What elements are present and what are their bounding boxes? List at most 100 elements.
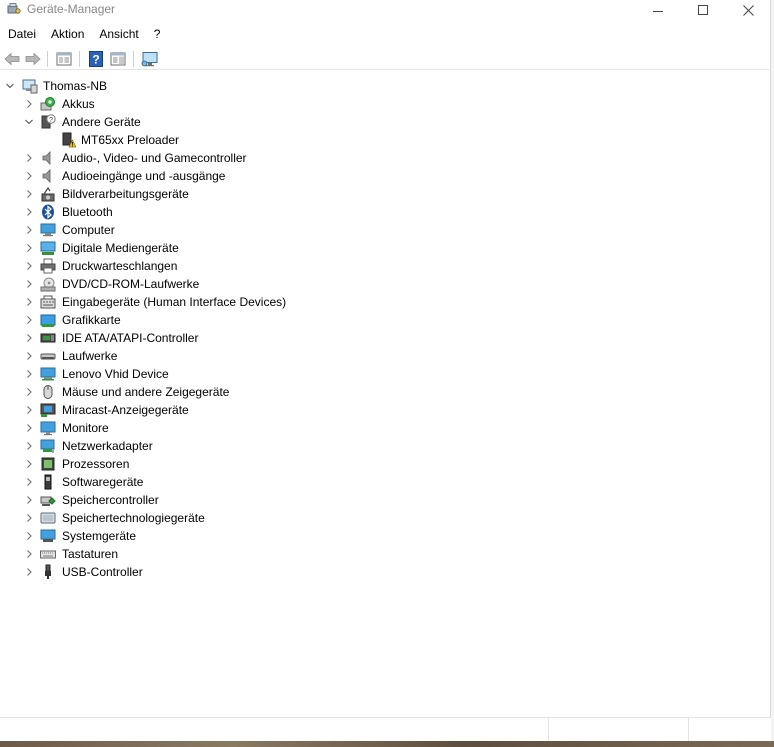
hid-icon <box>40 294 56 310</box>
tree-category-node[interactable]: Monitore <box>0 419 771 437</box>
chevron-right-icon[interactable] <box>24 495 34 505</box>
chevron-right-icon[interactable] <box>24 243 34 253</box>
tree-category-node[interactable]: IDE ATA/ATAPI-Controller <box>0 329 771 347</box>
chevron-right-icon[interactable] <box>24 387 34 397</box>
tree-category-node[interactable]: Digitale Mediengeräte <box>0 239 771 257</box>
tree-category-node[interactable]: DVD/CD-ROM-Laufwerke <box>0 275 771 293</box>
tree-node-label: USB-Controller <box>62 565 143 579</box>
chevron-right-icon[interactable] <box>24 99 34 109</box>
chevron-right-icon[interactable] <box>24 405 34 415</box>
tree-node-label: Grafikkarte <box>62 313 121 327</box>
chevron-down-icon[interactable] <box>24 117 34 127</box>
scan-hardware-button[interactable] <box>141 50 159 68</box>
chevron-right-icon[interactable] <box>24 297 34 307</box>
tree-category-node[interactable]: Grafikkarte <box>0 311 771 329</box>
tree-category-node[interactable]: Laufwerke <box>0 347 771 365</box>
status-bar-cell <box>688 718 771 741</box>
chevron-right-icon[interactable] <box>24 189 34 199</box>
maximize-button[interactable] <box>680 0 726 20</box>
tree-root-node[interactable]: Thomas-NB <box>0 77 771 95</box>
chevron-right-icon[interactable] <box>24 549 34 559</box>
maximize-icon <box>698 5 708 15</box>
tree-node-label: Monitore <box>62 421 109 435</box>
computer-root-icon <box>22 78 38 94</box>
properties-panel-button[interactable] <box>55 50 73 68</box>
printer-icon <box>40 258 56 274</box>
minimize-icon <box>653 10 663 12</box>
chevron-right-icon[interactable] <box>24 459 34 469</box>
close-button[interactable] <box>725 0 771 20</box>
chevron-right-icon[interactable] <box>24 567 34 577</box>
tree-node-label: Mäuse und andere Zeigegeräte <box>62 385 230 399</box>
tree-category-node[interactable]: Audio-, Video- und Gamecontroller <box>0 149 771 167</box>
tree-category-node[interactable]: Mäuse und andere Zeigegeräte <box>0 383 771 401</box>
tree-category-node[interactable]: Speichertechnologiegeräte <box>0 509 771 527</box>
chevron-right-icon[interactable] <box>24 477 34 487</box>
menu-ansicht[interactable]: Ansicht <box>91 25 145 45</box>
tree-node-label: Miracast-Anzeigegeräte <box>62 403 189 417</box>
tree-category-node[interactable]: Eingabegeräte (Human Interface Devices) <box>0 293 771 311</box>
speaker-icon <box>40 150 56 166</box>
tree-node-label: Speichercontroller <box>62 493 159 507</box>
back-button[interactable] <box>3 50 21 68</box>
storage-controller-icon <box>40 492 56 508</box>
tree-category-node[interactable]: Computer <box>0 221 771 239</box>
monitor-icon <box>40 420 56 436</box>
menu-datei[interactable]: Datei <box>0 25 43 45</box>
tree-node-label: Andere Geräte <box>62 115 141 129</box>
chevron-right-icon[interactable] <box>24 351 34 361</box>
chevron-right-icon[interactable] <box>24 369 34 379</box>
tree-node-label: Softwaregeräte <box>62 475 144 489</box>
tree-node-label: Systemgeräte <box>62 529 137 543</box>
help-icon: ? <box>89 51 103 67</box>
action-panel-button[interactable] <box>109 50 127 68</box>
chevron-right-icon[interactable] <box>24 315 34 325</box>
tree-device-node[interactable]: ! MT65xx Preloader <box>0 131 771 149</box>
tree-category-node[interactable]: Druckwarteschlangen <box>0 257 771 275</box>
warning-device-icon: ! <box>60 132 77 149</box>
tree-category-node[interactable]: Systemgeräte <box>0 527 771 545</box>
chevron-right-icon[interactable] <box>24 423 34 433</box>
chevron-right-icon[interactable] <box>24 261 34 271</box>
tree-category-node[interactable]: Netzwerkadapter <box>0 437 771 455</box>
chevron-right-icon[interactable] <box>24 513 34 523</box>
chevron-right-icon[interactable] <box>24 441 34 451</box>
chevron-right-icon[interactable] <box>24 153 34 163</box>
drive-icon <box>40 348 56 364</box>
tree-category-node[interactable]: Bildverarbeitungsgeräte <box>0 185 771 203</box>
close-icon <box>742 4 754 16</box>
menu-help[interactable]: ? <box>146 25 168 45</box>
svg-text:?: ? <box>92 53 99 67</box>
chevron-right-icon[interactable] <box>24 207 34 217</box>
unknown-device-icon: ? <box>40 114 56 130</box>
tree-node-label: Speichertechnologiegeräte <box>62 511 205 525</box>
chevron-right-icon[interactable] <box>24 225 34 235</box>
tree-category-node[interactable]: Miracast-Anzeigegeräte <box>0 401 771 419</box>
help-button[interactable]: ? <box>87 50 105 68</box>
lenovo-device-icon <box>40 366 56 382</box>
tree-category-node[interactable]: Speichercontroller <box>0 491 771 509</box>
tree-category-node[interactable]: Tastaturen <box>0 545 771 563</box>
chevron-down-icon[interactable] <box>5 81 15 91</box>
menu-aktion[interactable]: Aktion <box>43 25 91 45</box>
tree-category-node[interactable]: Prozessoren <box>0 455 771 473</box>
tree-category-node[interactable]: Bluetooth <box>0 203 771 221</box>
minimize-button[interactable] <box>635 0 681 20</box>
tree-category-node[interactable]: Softwaregeräte <box>0 473 771 491</box>
computer-icon <box>40 222 56 238</box>
tree-category-node[interactable]: Audioeingänge und -ausgänge <box>0 167 771 185</box>
chevron-right-icon[interactable] <box>24 279 34 289</box>
chevron-right-icon[interactable] <box>24 333 34 343</box>
tree-category-node[interactable]: Lenovo Vhid Device <box>0 365 771 383</box>
tree-category-node[interactable]: USB-Controller <box>0 563 771 581</box>
tree-category-node[interactable]: ? Andere Geräte <box>0 113 771 131</box>
tree-node-label: MT65xx Preloader <box>81 133 180 147</box>
miracast-icon <box>40 402 56 418</box>
bluetooth-icon <box>40 204 56 220</box>
chevron-right-icon[interactable] <box>24 171 34 181</box>
mouse-icon <box>40 384 56 400</box>
toolbar: ? <box>0 48 771 70</box>
chevron-right-icon[interactable] <box>24 531 34 541</box>
forward-button[interactable] <box>24 50 42 68</box>
tree-category-node[interactable]: Akkus <box>0 95 771 113</box>
